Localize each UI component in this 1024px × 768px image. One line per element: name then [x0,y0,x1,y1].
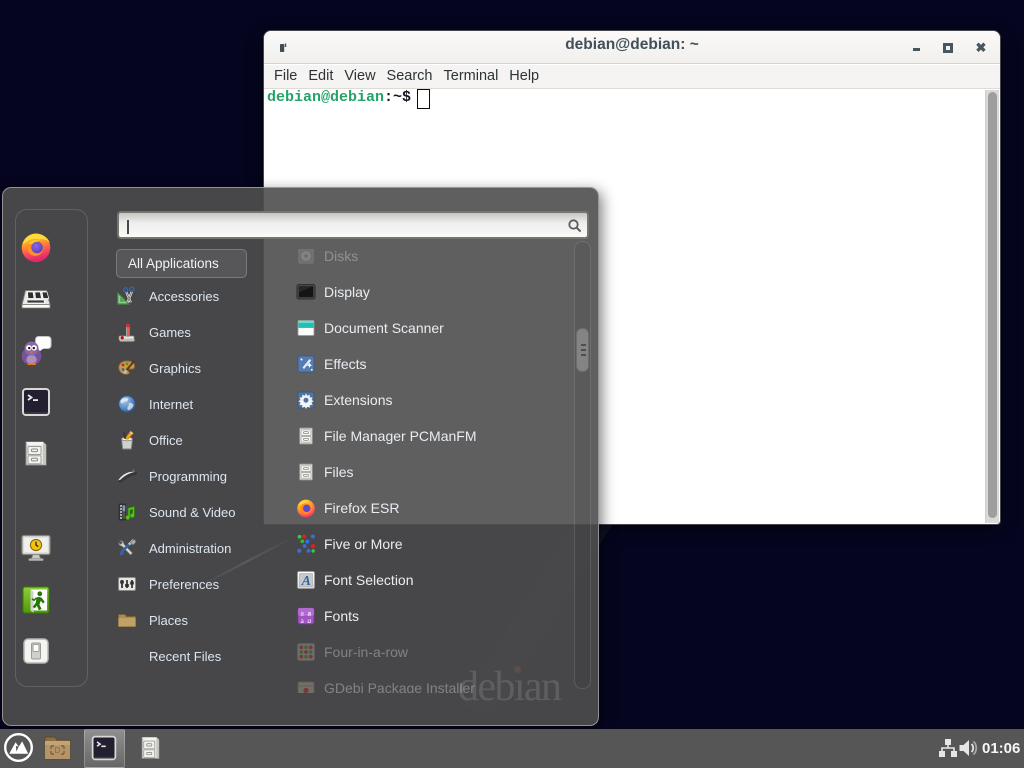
svg-text:a: a [307,616,311,625]
svg-text:D: D [55,746,61,755]
svg-text:A: A [301,574,311,589]
